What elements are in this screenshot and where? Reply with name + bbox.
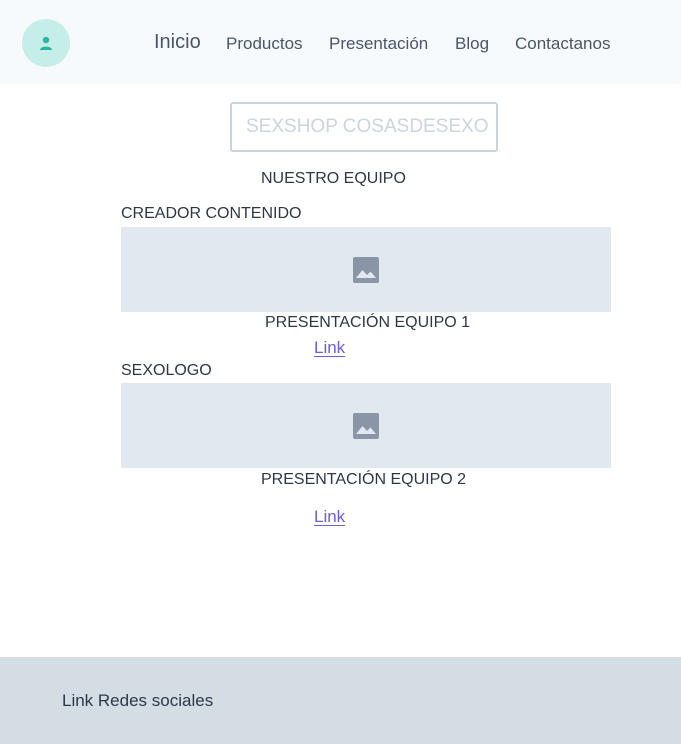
image-icon (353, 412, 379, 439)
member-role: SEXOLOGO (121, 362, 212, 379)
team-section-title: NUESTRO EQUIPO (261, 170, 406, 187)
member-presentation: PRESENTACIÓN EQUIPO 1 (265, 314, 471, 331)
site-footer: Link Redes sociales (0, 657, 681, 744)
member-link[interactable]: Link (314, 507, 345, 527)
search-input[interactable] (230, 102, 498, 152)
image-icon (353, 256, 379, 283)
member-presentation: PRESENTACIÓN EQUIPO 2 (261, 471, 467, 488)
nav-blog[interactable]: Blog (455, 34, 489, 54)
nav-contactanos[interactable]: Contactanos (515, 34, 610, 54)
member-role: CREADOR CONTENIDO (121, 205, 302, 222)
nav-productos[interactable]: Productos (226, 34, 303, 54)
social-links-text[interactable]: Link Redes sociales (62, 691, 213, 711)
member-link[interactable]: Link (314, 338, 345, 358)
nav-inicio[interactable]: Inicio (154, 31, 201, 54)
member-image-placeholder (121, 383, 611, 468)
main-nav: Inicio Productos Presentación Blog Conta… (0, 0, 681, 82)
member-image-placeholder (121, 227, 611, 312)
site-header: Inicio Productos Presentación Blog Conta… (0, 0, 681, 82)
nav-presentacion[interactable]: Presentación (329, 34, 428, 54)
